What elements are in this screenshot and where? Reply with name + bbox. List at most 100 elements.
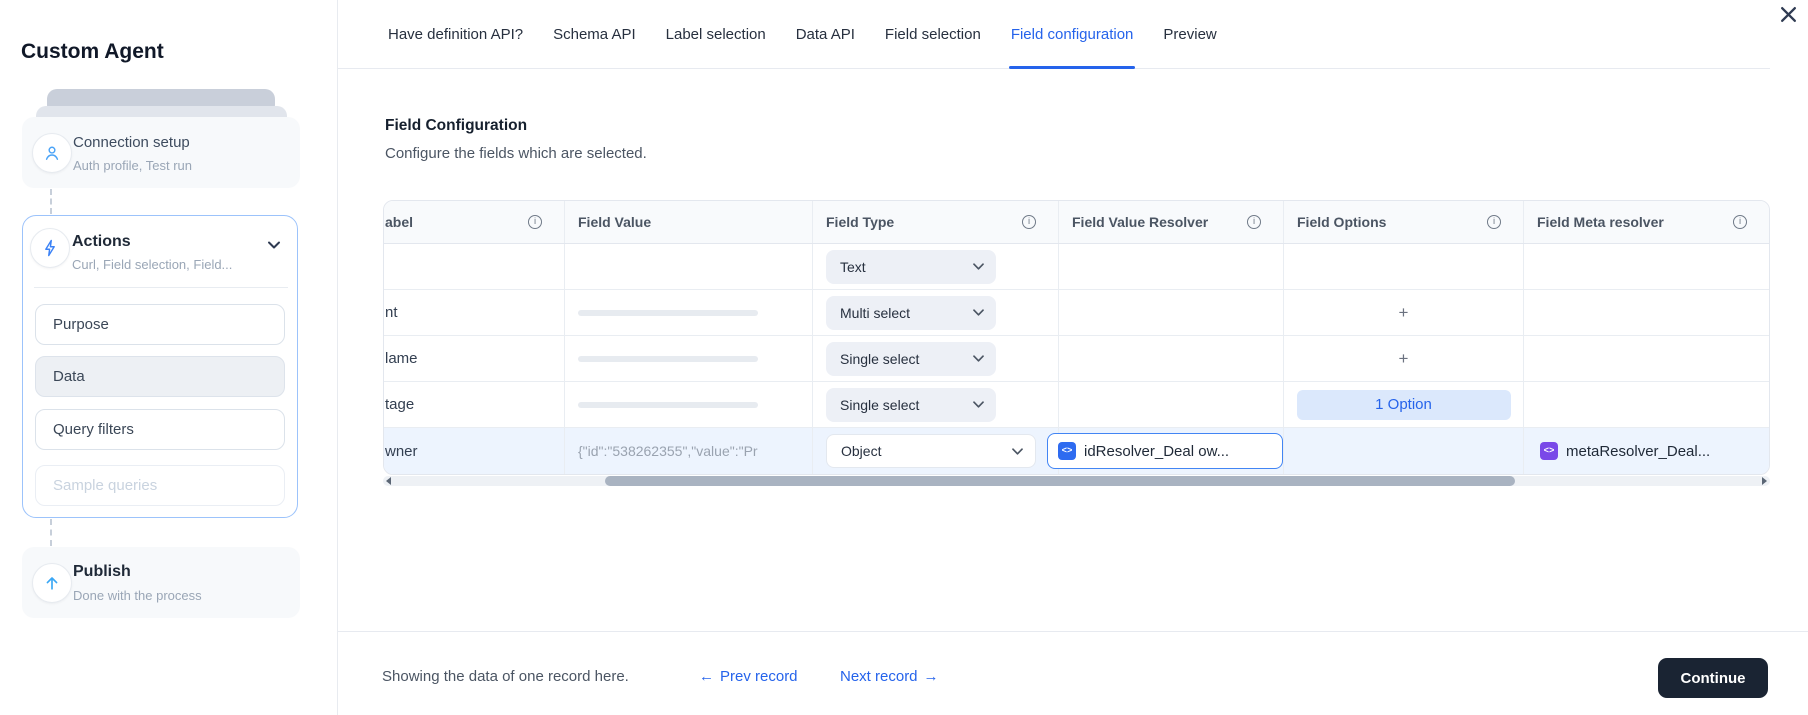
cell-field-options: 1 Option (1284, 382, 1524, 427)
chevron-down-icon (973, 355, 984, 362)
field-type-dropdown[interactable]: Text (826, 249, 996, 284)
resolver-label: idResolver_Deal ow... (1084, 442, 1230, 460)
cell-field-label: lame (384, 336, 565, 381)
field-value-resolver-chip[interactable]: <> idResolver_Deal ow... (1047, 433, 1283, 469)
cell-field-meta-resolver (1524, 244, 1769, 289)
info-icon[interactable]: i (1247, 215, 1261, 229)
horizontal-scrollbar[interactable] (383, 476, 1770, 486)
cell-field-options: + (1284, 290, 1524, 335)
table-row: Text (384, 244, 1769, 290)
cell-field-value-resolver (1059, 336, 1284, 381)
step-connection-setup[interactable]: Connection setup Auth profile, Test run (22, 117, 300, 188)
chevron-down-icon[interactable] (265, 236, 283, 259)
cell-field-value (565, 382, 813, 427)
left-arrow-icon: ← (699, 668, 714, 685)
record-status: Showing the data of one record here. (382, 668, 629, 685)
column-header-abel: abel i (384, 201, 565, 243)
cell-field-label: tage (384, 382, 565, 427)
cell-field-value-resolver (1059, 382, 1284, 427)
tab-field-configuration[interactable]: Field configuration (1008, 0, 1135, 69)
info-icon[interactable]: i (1733, 215, 1747, 229)
field-type-dropdown[interactable]: Single select (826, 341, 996, 376)
value-skeleton (578, 355, 758, 362)
close-icon[interactable] (1775, 3, 1801, 29)
cell-field-value (565, 244, 813, 289)
next-record-link[interactable]: Next record → (840, 668, 939, 685)
table-header-row: abel i Field Value Field Type i Field Value R… (384, 201, 1769, 244)
column-header-field-options: Field Options i (1284, 201, 1524, 243)
field-type-value: Multi select (840, 304, 911, 321)
field-type-value: Text (840, 258, 866, 275)
section-description: Configure the fields which are selected. (385, 145, 647, 162)
table-row: wner {"id":"538262355","value":"Pr Object <… (384, 428, 1769, 474)
scrollbar-thumb[interactable] (605, 476, 1515, 486)
field-type-value: Single select (840, 396, 920, 413)
user-icon (32, 133, 72, 173)
chevron-down-icon (973, 263, 984, 270)
column-header-field-type: Field Type i (813, 201, 1059, 243)
field-type-dropdown[interactable]: Object (826, 434, 1036, 468)
field-config-table: abel i Field Value Field Type i Field Value R… (383, 200, 1770, 475)
column-header-label: Field Type (826, 214, 895, 230)
info-icon[interactable]: i (1487, 215, 1501, 229)
cell-field-options (1284, 244, 1524, 289)
prev-record-label: Prev record (720, 668, 798, 685)
field-type-value: Single select (840, 350, 920, 367)
info-icon[interactable]: i (528, 215, 542, 229)
cell-field-value-resolver: <> idResolver_Deal ow... (1047, 428, 1284, 474)
field-type-dropdown[interactable]: Multi select (826, 295, 996, 330)
table-row: lame Single select + (384, 336, 1769, 382)
column-header-label: Field Options (1297, 214, 1387, 230)
column-header-label: abel (385, 214, 414, 230)
add-option-button[interactable]: + (1399, 303, 1409, 323)
cell-field-type: Single select (813, 336, 1059, 381)
add-option-button[interactable]: + (1399, 349, 1409, 369)
meta-resolver-label: metaResolver_Deal... (1566, 442, 1711, 460)
divider (34, 287, 288, 288)
step-subtitle: Auth profile, Test run (73, 158, 192, 173)
page-title: Custom Agent (21, 40, 164, 64)
cell-field-meta-resolver (1524, 336, 1769, 381)
column-header-label: Field Value Resolver (1072, 214, 1209, 230)
cell-field-type: Object (813, 428, 1059, 474)
column-header-field-meta-resolver: Field Meta resolver i (1524, 201, 1769, 243)
step-publish[interactable]: Publish Done with the process (22, 547, 300, 618)
action-item-query-filters[interactable]: Query filters (35, 409, 285, 450)
scroll-right-arrow-icon[interactable] (1762, 477, 1767, 485)
tab-field-selection[interactable]: Field selection (885, 0, 981, 69)
tabs: Have definition API? Schema API Label sele… (338, 0, 1770, 69)
tab-have-definition-api[interactable]: Have definition API? (388, 0, 523, 69)
section-title: Field Configuration (385, 116, 528, 134)
chevron-down-icon (1012, 447, 1023, 455)
code-icon: <> (1058, 442, 1076, 460)
options-count-pill[interactable]: 1 Option (1296, 389, 1511, 420)
cell-field-label: nt (384, 290, 565, 335)
step-actions[interactable]: Actions Curl, Field selection, Field... … (22, 215, 298, 518)
field-type-dropdown[interactable]: Single select (826, 387, 996, 422)
column-header-label: Field Value (578, 214, 652, 230)
info-icon[interactable]: i (1022, 215, 1036, 229)
continue-button[interactable]: Continue (1658, 658, 1768, 698)
tab-preview[interactable]: Preview (1163, 0, 1216, 69)
cell-field-type: Multi select (813, 290, 1059, 335)
field-meta-resolver-chip[interactable]: <> metaResolver_Deal... (1540, 442, 1710, 460)
step-subtitle: Curl, Field selection, Field... (72, 257, 233, 272)
code-icon: <> (1540, 442, 1558, 460)
tab-label-selection[interactable]: Label selection (666, 0, 766, 69)
cell-field-options: + (1284, 336, 1524, 381)
value-skeleton (578, 401, 758, 408)
cell-field-label (384, 244, 565, 289)
prev-record-link[interactable]: ← Prev record (699, 668, 798, 685)
value-skeleton (578, 309, 758, 316)
scroll-left-arrow-icon[interactable] (386, 477, 391, 485)
column-header-field-value: Field Value (565, 201, 813, 243)
action-item-data[interactable]: Data (35, 356, 285, 397)
action-item-sample-queries: Sample queries (35, 465, 285, 506)
cell-field-meta-resolver (1524, 382, 1769, 427)
tab-data-api[interactable]: Data API (796, 0, 855, 69)
cell-field-value-resolver (1059, 244, 1284, 289)
cell-field-value: {"id":"538262355","value":"Pr (565, 428, 813, 474)
tab-schema-api[interactable]: Schema API (553, 0, 636, 69)
step-connector (50, 519, 52, 546)
action-item-purpose[interactable]: Purpose (35, 304, 285, 345)
